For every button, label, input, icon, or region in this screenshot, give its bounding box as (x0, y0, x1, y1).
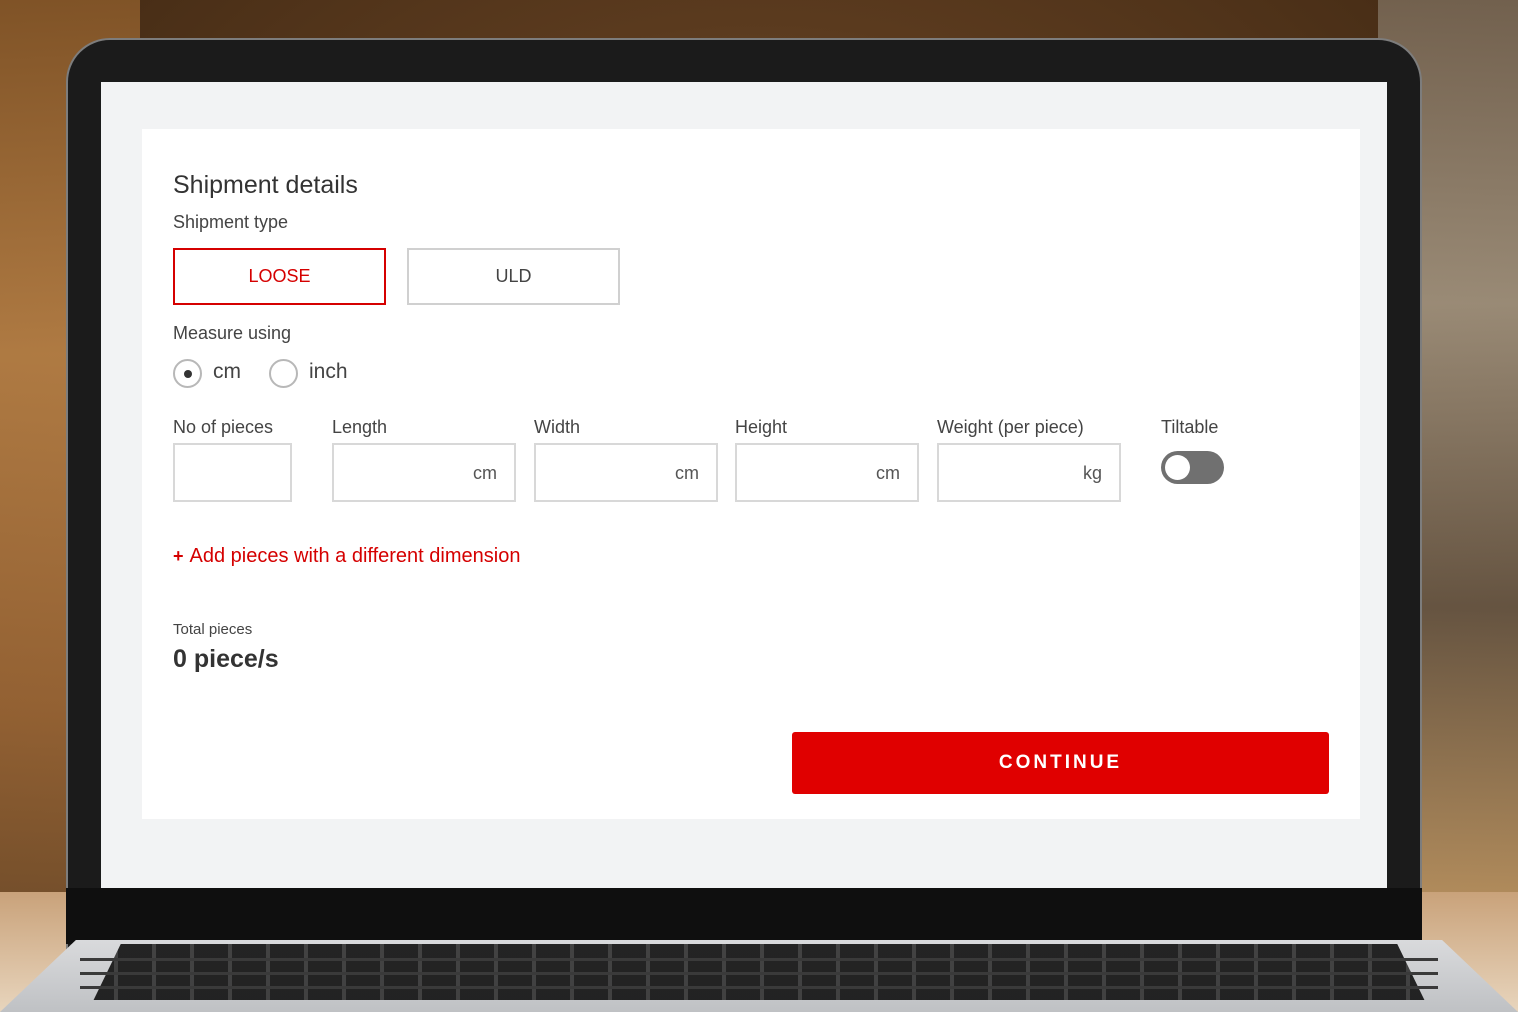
add-different-dimension-link[interactable]: + Add pieces with a different dimension (173, 545, 520, 568)
measure-inch-radio[interactable] (269, 359, 298, 388)
total-pieces-value: 0 piece/s (173, 645, 279, 673)
plus-icon: + (173, 546, 184, 566)
toggle-knob (1165, 455, 1190, 480)
length-input[interactable]: cm (332, 443, 516, 502)
keyboard-row-gap (80, 958, 1438, 961)
keyboard-row-gap (80, 972, 1438, 975)
continue-button[interactable]: CONTINUE (792, 732, 1329, 794)
tiltable-label: Tiltable (1161, 417, 1219, 437)
width-input[interactable]: cm (534, 443, 718, 502)
shipment-type-loose-label: LOOSE (248, 266, 311, 286)
shipment-type-uld-label: ULD (495, 266, 532, 286)
weight-label: Weight (per piece) (937, 417, 1084, 437)
width-unit: cm (675, 463, 699, 483)
shipment-type-uld-button[interactable]: ULD (407, 248, 620, 305)
page-title: Shipment details (173, 171, 358, 199)
total-pieces-label: Total pieces (173, 621, 253, 638)
measure-cm-label[interactable]: cm (213, 360, 241, 384)
pieces-label: No of pieces (173, 417, 274, 437)
shipment-type-loose-button[interactable]: LOOSE (173, 248, 386, 305)
add-link-label: Add pieces with a different dimension (189, 545, 521, 567)
width-label: Width (534, 417, 581, 437)
shipment-type-label: Shipment type (173, 212, 289, 232)
pieces-input[interactable] (173, 443, 292, 502)
shipment-form-card: Shipment details Shipment type LOOSE ULD… (142, 129, 1360, 819)
radio-selected-dot (183, 369, 192, 378)
measure-using-label: Measure using (173, 323, 292, 343)
length-label: Length (332, 417, 388, 437)
height-label: Height (735, 417, 788, 437)
weight-unit: kg (1082, 463, 1102, 483)
measure-cm-radio[interactable] (173, 359, 202, 388)
height-unit: cm (876, 463, 900, 483)
height-input[interactable]: cm (735, 443, 919, 502)
length-unit: cm (473, 463, 497, 483)
keyboard-row-gap (80, 986, 1438, 989)
laptop-screen: Shipment details Shipment type LOOSE ULD… (101, 82, 1387, 888)
weight-input[interactable]: kg (937, 443, 1121, 502)
tiltable-toggle[interactable] (1161, 451, 1224, 484)
laptop-chin (66, 888, 1422, 944)
measure-inch-label[interactable]: inch (309, 360, 348, 384)
